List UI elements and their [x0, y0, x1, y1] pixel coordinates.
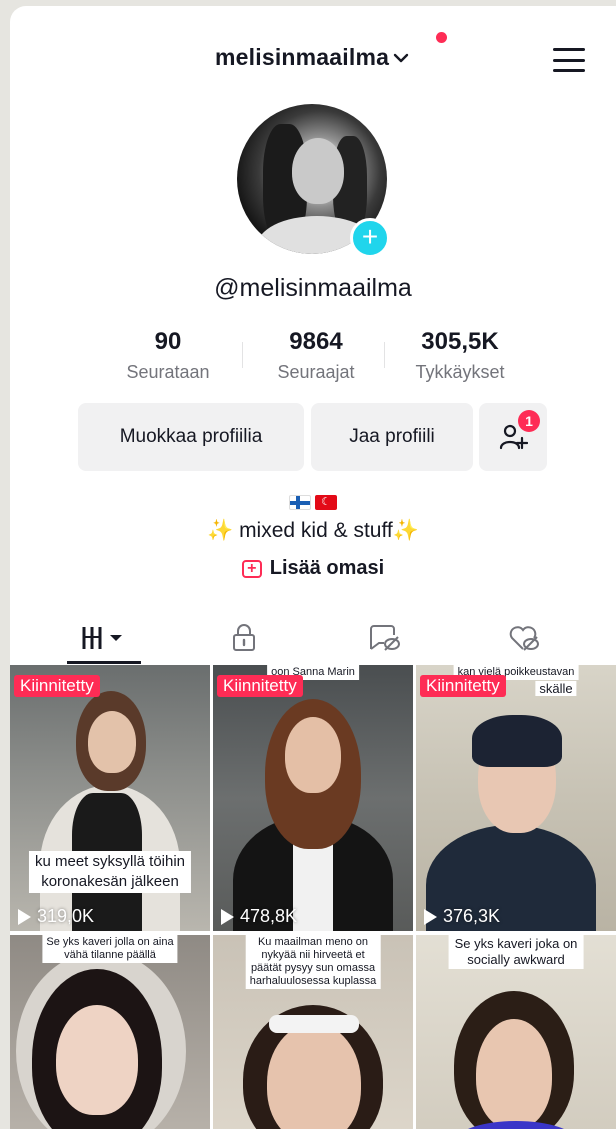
finland-flag-icon	[289, 495, 311, 510]
videos-grid-icon	[82, 627, 122, 649]
video-top-caption: Se yks kaveri joka on socially awkward	[448, 935, 584, 969]
stat-likes[interactable]: 305,5K Tykkäykset	[398, 328, 522, 383]
top-bar: melisinmaailma	[10, 6, 616, 106]
add-photo-plus-icon[interactable]: +	[350, 218, 390, 258]
stat-following[interactable]: 90 Seurataan	[108, 328, 228, 383]
play-icon	[424, 908, 437, 925]
play-icon	[18, 908, 31, 925]
chevron-down-icon	[393, 53, 409, 62]
username: melisinmaailma	[215, 44, 390, 70]
stat-divider	[242, 342, 243, 368]
add-link-plus-icon: +	[241, 559, 262, 578]
view-count: 478,8K	[221, 906, 297, 927]
add-link-button[interactable]: + Lisää omasi	[10, 557, 616, 580]
turkey-flag-icon: ☾	[315, 495, 337, 510]
video-thumbnail[interactable]: Se yks kaveri jolla on aina vähä tilanne …	[10, 935, 210, 1129]
stat-followers[interactable]: 9864 Seuraajat	[256, 328, 376, 383]
account-switcher[interactable]: melisinmaailma	[215, 44, 409, 71]
share-profile-button[interactable]: Jaa profiili	[311, 403, 473, 471]
video-thumbnail[interactable]: oon Sanna Marin Kiinnitetty 478,8K	[213, 665, 413, 931]
profile-handle: @melisinmaailma	[214, 274, 412, 302]
sparkles-icon: ✨	[392, 519, 419, 542]
tab-reposts[interactable]	[324, 611, 444, 665]
friends-badge: 1	[518, 410, 540, 432]
tab-videos[interactable]	[44, 611, 164, 665]
video-top-caption: Se yks kaveri jolla on aina vähä tilanne …	[42, 935, 178, 963]
video-top-caption: Ku maailman meno on nykyää nii hirveetä e…	[245, 935, 381, 989]
video-thumbnail[interactable]: kan vielä poikkeustavan Kiinnitetty skäl…	[416, 665, 616, 931]
active-tab-indicator	[67, 661, 141, 664]
video-caption-fragment: skälle	[535, 681, 577, 696]
edit-profile-button[interactable]: Muokkaa profiilia	[78, 403, 304, 471]
pinned-badge: Kiinnitetty	[14, 675, 100, 697]
sparkles-icon: ✨	[207, 519, 234, 542]
notification-dot	[436, 32, 447, 43]
lock-icon	[233, 624, 255, 651]
bio: ✨ mixed kid & stuff✨	[207, 519, 419, 542]
pinned-badge: Kiinnitetty	[420, 675, 506, 697]
video-caption: ku meet syksyllä töihin koronakesän jälke…	[28, 851, 192, 893]
play-icon	[221, 908, 234, 925]
profile-screen: melisinmaailma + @melisinmaailma 90 Seur…	[10, 6, 616, 1129]
pinned-badge: Kiinnitetty	[217, 675, 303, 697]
video-thumbnail[interactable]: Se yks kaveri joka on socially awkward	[416, 935, 616, 1129]
reposts-icon	[370, 625, 400, 651]
menu-icon[interactable]	[553, 48, 585, 72]
video-thumbnail[interactable]: Kiinnitetty ku meet syksyllä töihin koron…	[10, 665, 210, 931]
profile-tabs	[10, 611, 616, 665]
video-thumbnail[interactable]: Ku maailman meno on nykyää nii hirveetä e…	[213, 935, 413, 1129]
view-count: 319,0K	[18, 906, 94, 927]
view-count: 376,3K	[424, 906, 500, 927]
bio-flags: ☾	[10, 495, 616, 510]
liked-icon	[509, 626, 539, 651]
profile-stats: 90 Seurataan 9864 Seuraajat 305,5K Tykkä…	[108, 328, 520, 388]
tab-liked[interactable]	[464, 611, 584, 665]
tab-private[interactable]	[184, 611, 304, 665]
stat-divider	[384, 342, 385, 368]
